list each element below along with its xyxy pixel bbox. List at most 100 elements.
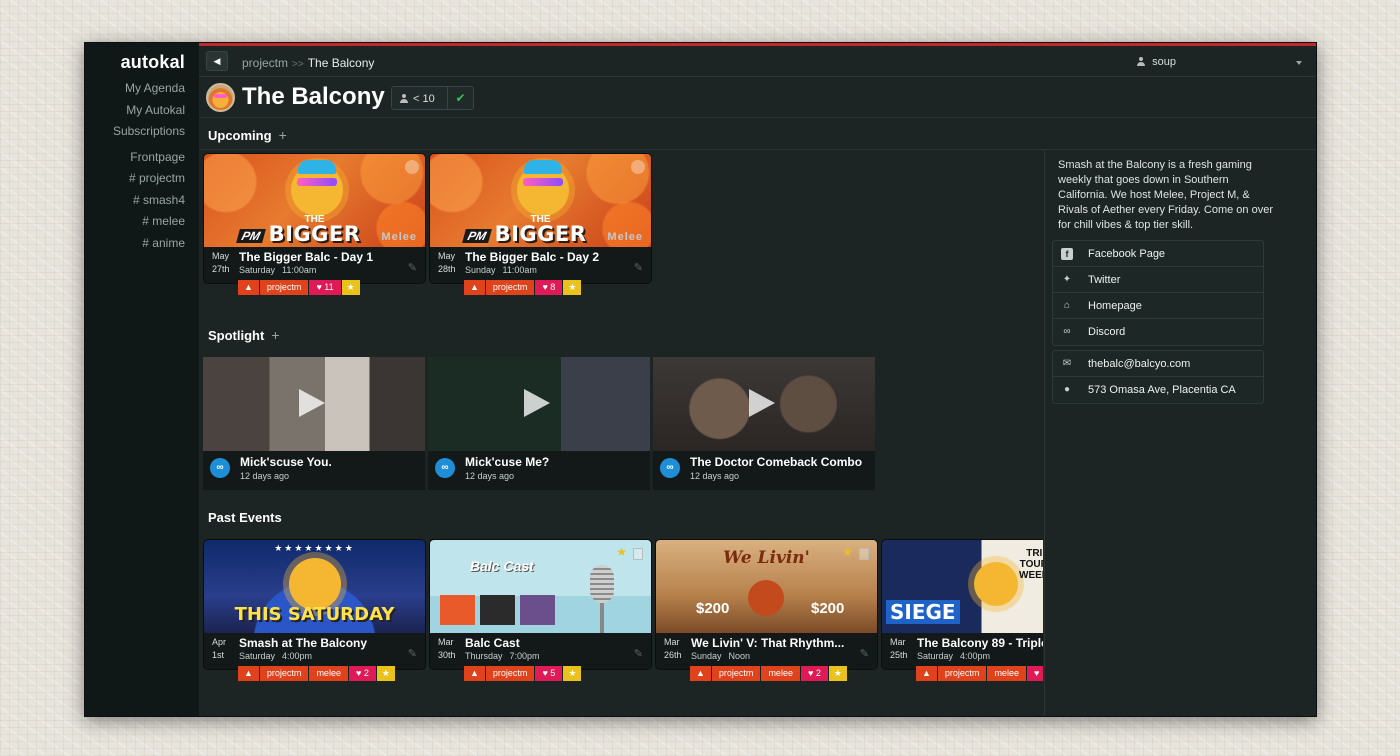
video-card[interactable]: ∞ Mick'scuse You. 12 days ago [203,357,425,490]
email-link[interactable]: ✉ thebalc@balcyo.com [1053,351,1263,377]
pencil-icon[interactable]: ✎ [408,647,417,660]
tag-melee[interactable]: melee [761,666,800,681]
gamepad-icon[interactable]: ▲ [238,280,259,295]
main-content: ◀ projectm >> The Balcony soup The Balcony… [199,43,1316,716]
tag-projectm[interactable]: projectm [259,666,309,681]
channel-projectm[interactable]: # projectm [85,168,185,190]
add-upcoming-button[interactable]: + [279,127,287,143]
channel-anime[interactable]: # anime [85,233,185,255]
gamepad-icon[interactable]: ▲ [464,666,485,681]
user-menu[interactable]: soup [1137,56,1176,68]
tag-melee[interactable]: melee [987,666,1026,681]
event-title[interactable]: The Bigger Balc - Day 1 [239,250,373,264]
facebook-icon: f [1061,248,1073,260]
pencil-icon[interactable]: ✎ [634,647,643,660]
event-title[interactable]: Smash at The Balcony [239,636,367,650]
microphone-image [590,565,614,603]
nav-my-autokal[interactable]: My Autokal [85,100,185,122]
event-time: 11:00am [502,265,537,275]
discord-link[interactable]: ∞ Discord [1053,319,1263,345]
video-title[interactable]: Mick'cuse Me? [465,455,549,469]
video-title[interactable]: Mick'scuse You. [240,455,332,469]
price-label: $200 [696,600,730,617]
event-info: Apr 1st Smash at The Balcony Saturday 4:0… [204,633,425,669]
event-title[interactable]: Balc Cast [465,636,520,650]
event-title[interactable]: The Balcony 89 - Triple [917,636,1043,650]
channel-smash4[interactable]: # smash4 [85,190,185,212]
gamepad-icon[interactable]: ▲ [464,280,485,295]
event-title[interactable]: The Bigger Balc - Day 2 [465,250,599,264]
event-image: Balc Cast ★ [430,540,651,633]
play-icon[interactable] [749,389,775,417]
event-card[interactable]: THE BIGGER PM Melee May 27th The Bigger … [203,153,426,284]
like-count[interactable]: ♥ 2 [348,666,376,681]
document-icon[interactable] [859,548,869,560]
gamepad-icon[interactable]: ▲ [238,666,259,681]
tag-projectm[interactable]: projectm [937,666,987,681]
melee-logo: Melee [607,231,643,243]
video-age: 12 days ago [690,471,740,481]
tag-projectm[interactable]: projectm [259,280,309,295]
app-logo[interactable]: autokal [85,52,185,73]
star-icon[interactable]: ★ [563,280,582,295]
tag-projectm[interactable]: projectm [711,666,761,681]
play-icon[interactable] [299,389,325,417]
star-icon[interactable]: ★ [376,666,395,681]
like-count[interactable]: ♥ 11 [309,280,341,295]
star-icon[interactable]: ★ [341,280,360,295]
event-when: Saturday 4:00pm [239,651,312,661]
video-title[interactable]: The Doctor Comeback Combo [690,455,862,469]
channel-melee[interactable]: # melee [85,211,185,233]
event-card[interactable]: THE BIGGER PM Melee May 28th The Bigger … [429,153,652,284]
like-count[interactable]: ♥ 8 [535,280,563,295]
gamepad-icon[interactable]: ▲ [916,666,937,681]
like-count[interactable]: ♥ [1026,666,1043,681]
share-icon[interactable] [405,160,419,174]
share-icon[interactable] [631,160,645,174]
video-info: ∞ The Doctor Comeback Combo 12 days ago [653,451,875,490]
like-count[interactable]: ♥ 2 [800,666,828,681]
gamepad-icon[interactable]: ▲ [690,666,711,681]
star-icon[interactable]: ★ [616,545,627,559]
like-count[interactable]: ♥ 5 [535,666,563,681]
event-card[interactable]: ★★★★★★★★ THIS SATURDAY Apr 1st Smash at … [203,539,426,670]
check-icon[interactable]: ✔ [447,87,473,109]
homepage-link[interactable]: ⌂ Homepage [1053,293,1263,319]
tag-projectm[interactable]: projectm [485,280,535,295]
star-icon[interactable]: ★ [828,666,847,681]
discord-link-label: Discord [1088,326,1126,338]
social-links: f Facebook Page ✦ Twitter ⌂ Homepage ∞ D… [1052,240,1264,346]
star-icon[interactable]: ★ [842,545,853,559]
tag-melee[interactable]: melee [309,666,348,681]
nav-frontpage[interactable]: Frontpage [85,147,185,169]
event-card[interactable]: We Livin' $200 $200 ★ Mar 26th We Livin'… [655,539,878,670]
pencil-icon[interactable]: ✎ [634,261,643,274]
play-icon[interactable] [524,389,550,417]
flyer-thumb [480,595,515,625]
nav-my-agenda[interactable]: My Agenda [85,78,185,100]
document-icon[interactable] [633,548,643,560]
phoenix-emblem [748,580,784,616]
event-image: THE BIGGER PM Melee [430,154,651,247]
membership-badge[interactable]: < 10 ✔ [391,86,474,110]
star-icon[interactable]: ★ [563,666,582,681]
back-button[interactable]: ◀ [206,51,228,71]
video-card[interactable]: ∞ The Doctor Comeback Combo 12 days ago [653,357,875,490]
twitter-link[interactable]: ✦ Twitter [1053,267,1263,293]
video-card[interactable]: ∞ Mick'cuse Me? 12 days ago [428,357,650,490]
group-avatar [206,83,235,112]
event-card[interactable]: Balc Cast ★ Mar 30th Balc Cast Thursday 7… [429,539,652,670]
section-upcoming: Upcoming + [208,127,287,143]
nav-subscriptions[interactable]: Subscriptions [85,121,185,143]
chevron-down-icon[interactable] [1296,61,1302,65]
facebook-link[interactable]: f Facebook Page [1053,241,1263,267]
address-link[interactable]: ● 573 Omasa Ave, Placentia CA [1053,377,1263,403]
event-card[interactable]: SIEGE TRIPLE TOURNEY WEEKEND Mar 25th Th… [881,539,1043,670]
event-when: Sunday 11:00am [465,265,537,275]
event-title[interactable]: We Livin' V: That Rhythm... [691,636,844,650]
pencil-icon[interactable]: ✎ [408,261,417,274]
tag-projectm[interactable]: projectm [485,666,535,681]
breadcrumb-parent[interactable]: projectm [242,56,288,70]
pencil-icon[interactable]: ✎ [860,647,869,660]
add-spotlight-button[interactable]: + [271,327,279,343]
